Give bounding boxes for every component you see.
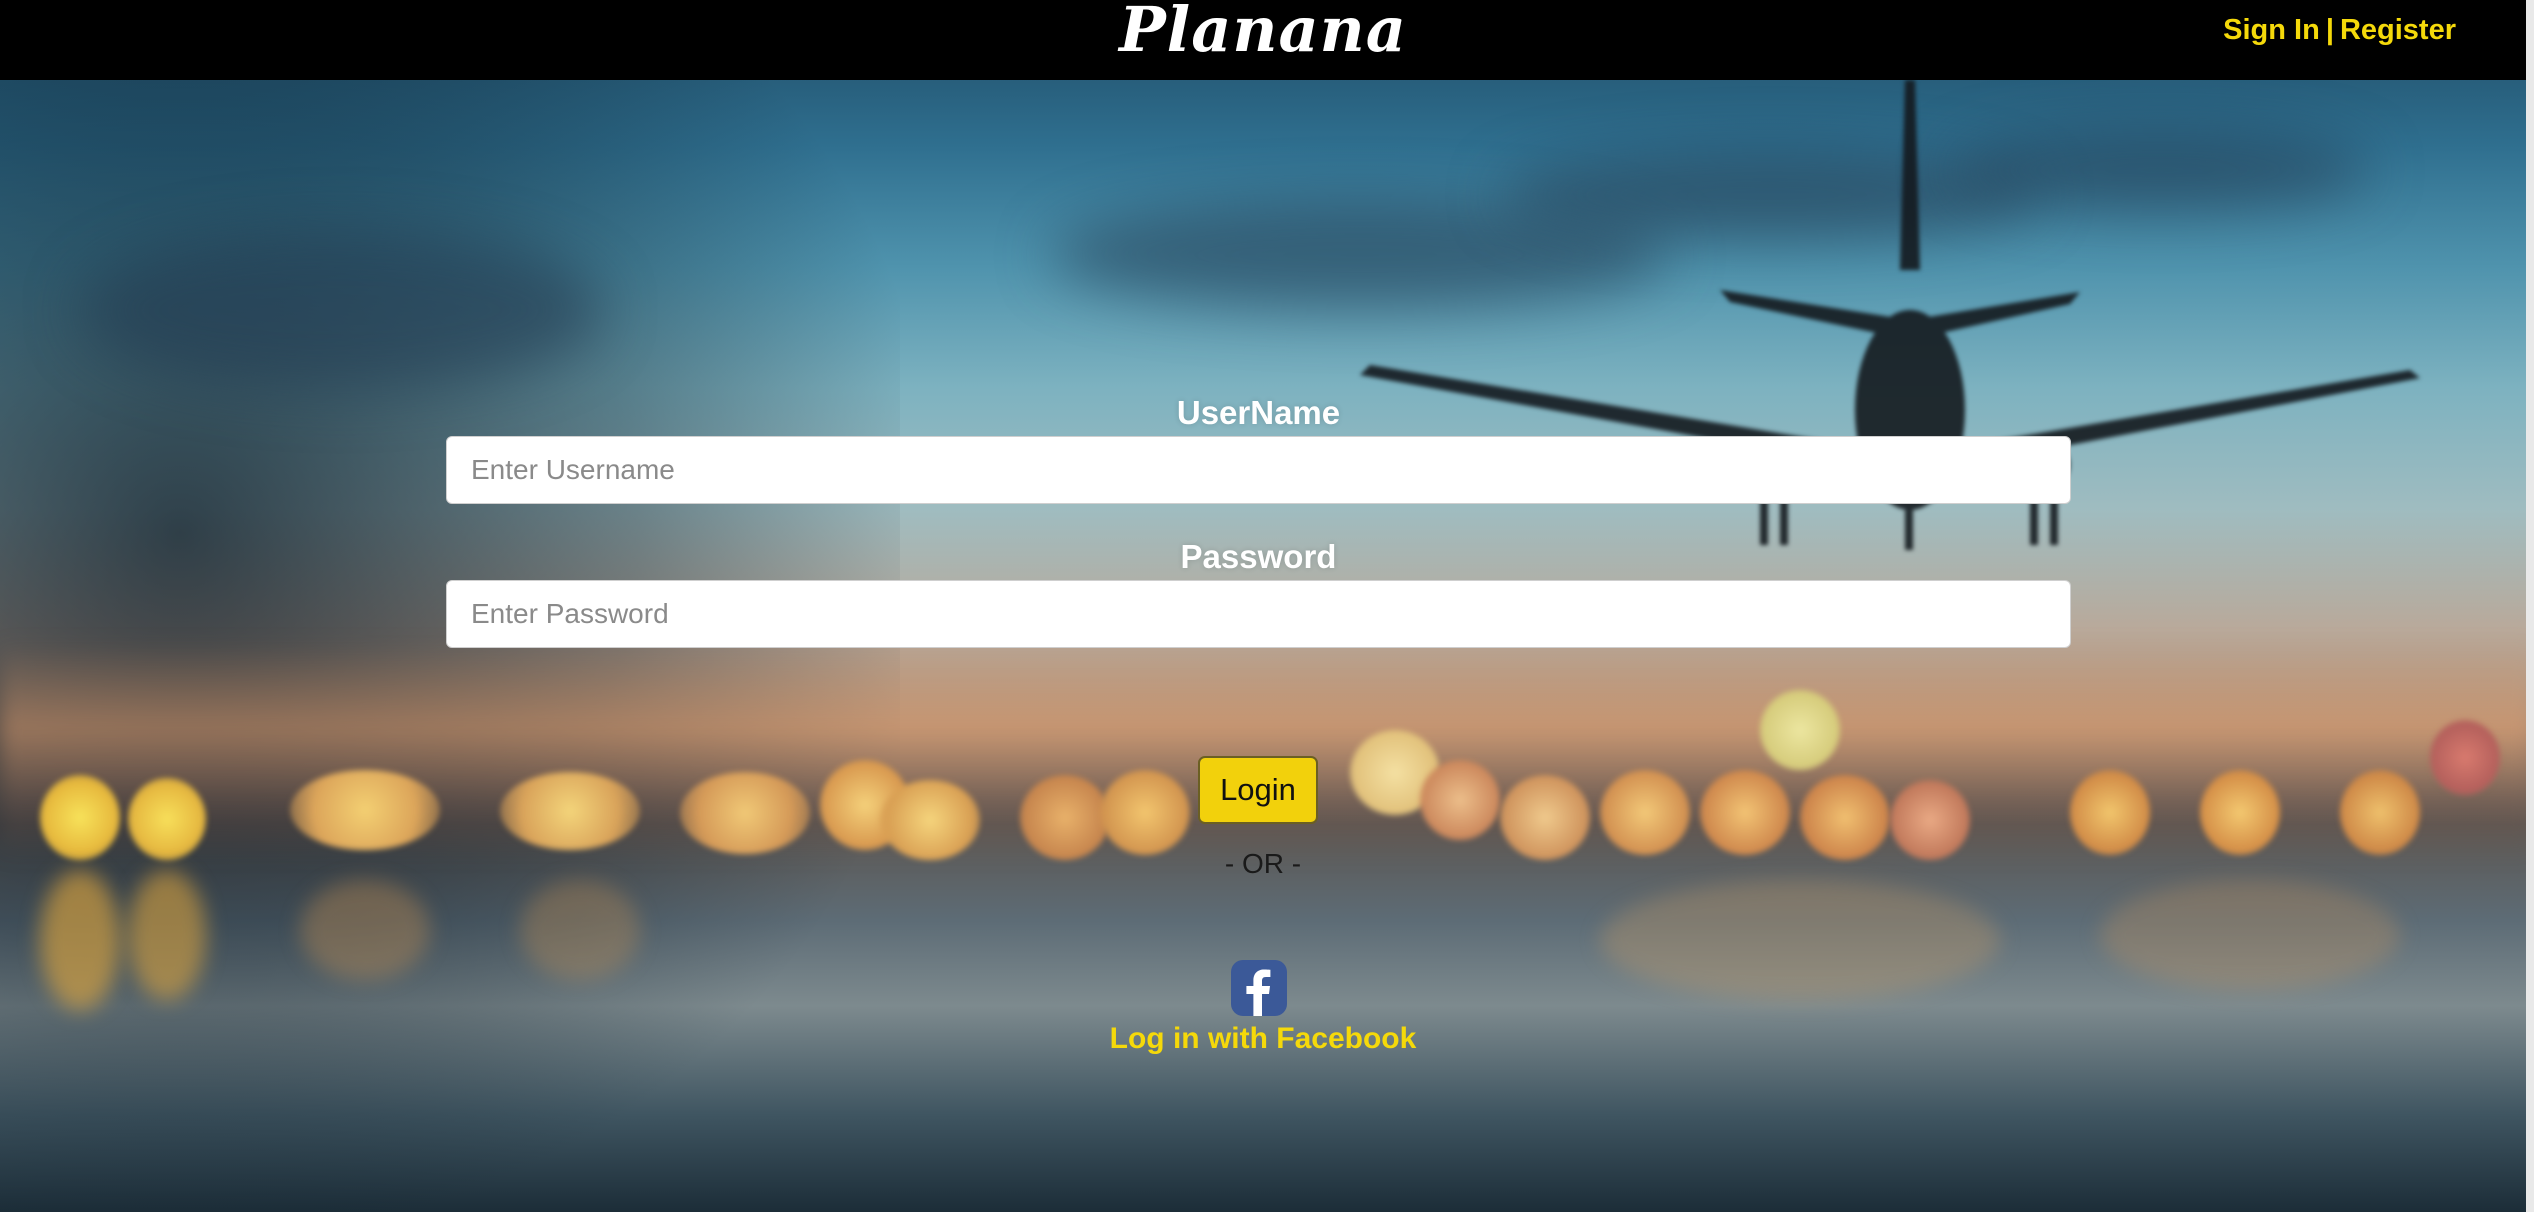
username-label: UserName [1176,394,1341,431]
facebook-icon[interactable] [1231,960,1287,1016]
scrollbar[interactable] [2526,0,2534,1212]
or-divider: - OR - [1224,848,1302,879]
brand-logo[interactable]: Planana [0,0,2526,80]
register-link[interactable]: Register [2340,14,2456,46]
username-input[interactable] [446,436,2071,504]
facebook-login-link[interactable]: Log in with Facebook [0,1022,2526,1056]
nav-separator: | [2325,14,2334,46]
login-page: Planana Sign In|Register UserName Passwo… [0,0,2534,1212]
password-label: Password [1180,538,1337,575]
background-cloud [80,230,600,390]
password-input[interactable] [446,580,2071,648]
facebook-f-glyph [1246,969,1271,1016]
login-button[interactable]: Login [1198,756,1318,824]
auth-links: Sign In | Register [2223,14,2456,47]
login-form: UserName Password [446,390,2071,648]
top-navbar: Planana Sign In | Register [0,0,2526,80]
sign-in-link[interactable]: Sign In [2223,14,2320,46]
